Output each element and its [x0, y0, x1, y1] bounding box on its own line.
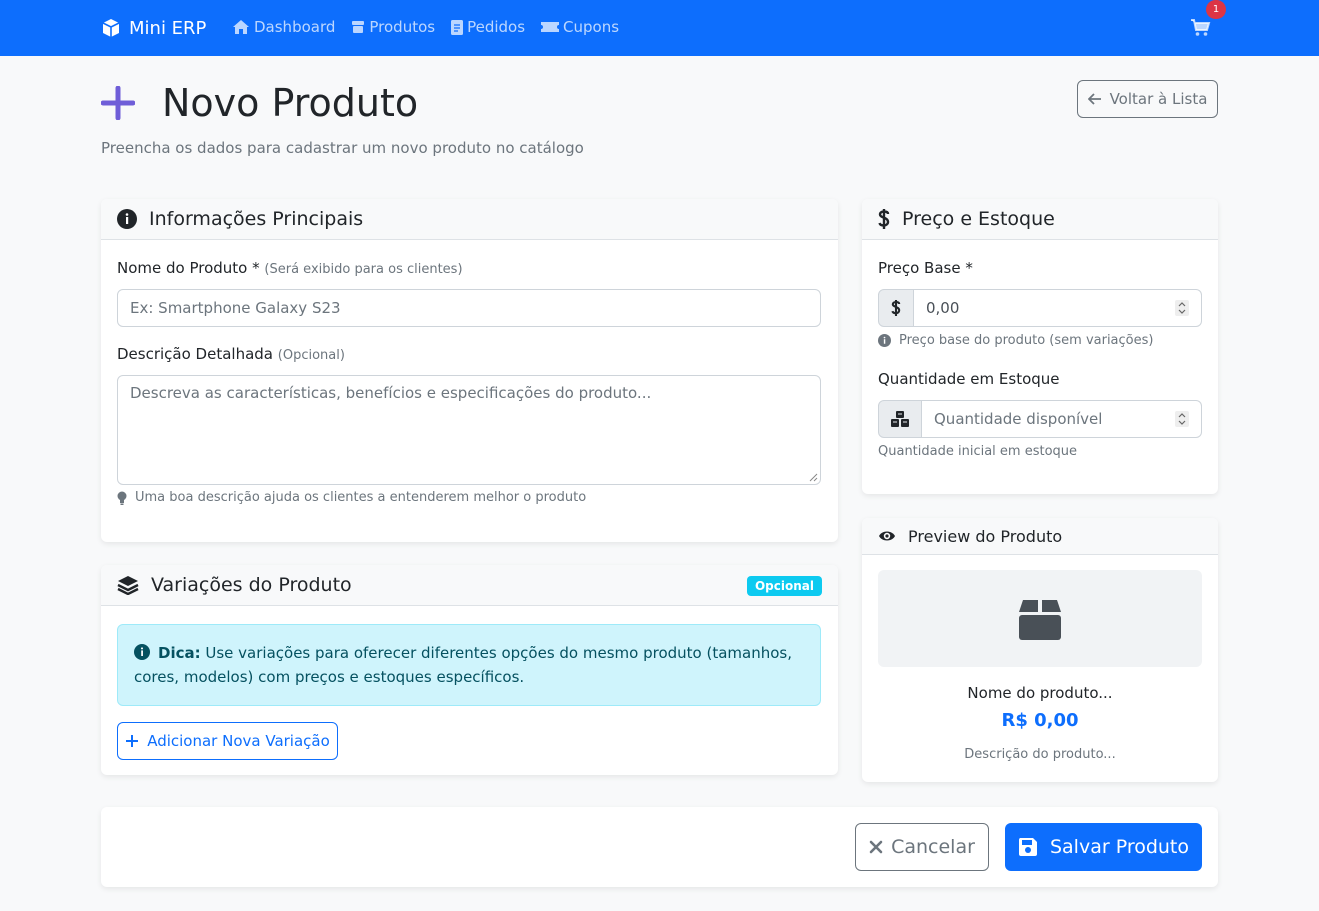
variations-header: Variações do Produto Opcional [101, 565, 838, 606]
description-hint: (Opcional) [277, 348, 345, 363]
page-subtitle: Preencha os dados para cadastrar um novo… [101, 139, 584, 157]
nav-dashboard-label: Dashboard [254, 18, 336, 36]
cancel-button[interactable]: Cancelar [855, 823, 989, 871]
plus-icon [126, 735, 139, 747]
box-icon [352, 21, 365, 33]
layers-icon [117, 576, 139, 595]
preview-card: Preview do Produto Nome do produto... R$… [862, 518, 1218, 782]
floppy-disk-icon [1018, 838, 1037, 856]
spinner-icon[interactable] [1175, 300, 1189, 316]
pricing-title: Preço e Estoque [902, 208, 1055, 230]
product-name-label: Nome do Produto * (Será exibido para os … [117, 259, 463, 277]
main-info-title: Informações Principais [149, 208, 364, 230]
price-label: Preço Base * [878, 259, 973, 277]
variations-card: Variações do Produto Opcional Dica: Use … [101, 565, 838, 775]
preview-product-description: Descrição do produto... [964, 747, 1116, 762]
product-name-input[interactable]: Ex: Smartphone Galaxy S23 [117, 289, 821, 327]
dollar-icon [891, 300, 901, 316]
preview-product-price: R$ 0,00 [1001, 710, 1079, 731]
description-help: Uma boa descrição ajuda os clientes a en… [117, 490, 586, 505]
add-variation-button[interactable]: Adicionar Nova Variação [117, 722, 338, 760]
price-help-text: Preço base do produto (sem variações) [899, 333, 1154, 348]
dollar-icon [878, 209, 890, 229]
nav-dashboard[interactable]: Dashboard [232, 18, 335, 36]
cart-icon[interactable] [1191, 19, 1211, 37]
preview-product-name: Nome do produto... [967, 684, 1113, 702]
page-title: Novo Produto [162, 81, 419, 125]
description-label-text: Descrição Detalhada [117, 345, 273, 363]
cubes-icon [891, 411, 909, 427]
price-addon [878, 289, 914, 327]
document-icon [451, 19, 464, 35]
brand-link[interactable]: Mini ERP [101, 16, 206, 40]
nav-produtos[interactable]: Produtos [351, 18, 435, 36]
back-button-label: Voltar à Lista [1109, 90, 1208, 108]
cart-count-badge: 1 [1206, 0, 1226, 19]
lightbulb-icon [117, 491, 127, 505]
cancel-button-label: Cancelar [891, 836, 975, 858]
quantity-help: Quantidade inicial em estoque [878, 444, 1078, 459]
back-to-list-button[interactable]: Voltar à Lista [1077, 80, 1218, 118]
cube-icon [102, 19, 120, 37]
pricing-header: Preço e Estoque [862, 199, 1218, 240]
resize-handle-icon[interactable] [809, 473, 818, 482]
info-circle-icon [878, 334, 891, 347]
quantity-placeholder: Quantidade disponível [934, 410, 1103, 428]
save-product-button[interactable]: Salvar Produto [1005, 823, 1202, 871]
optional-badge: Opcional [746, 576, 822, 596]
add-variation-label: Adicionar Nova Variação [147, 732, 330, 750]
plus-icon [101, 86, 135, 120]
nav-pedidos-label: Pedidos [467, 18, 526, 36]
main-info-header: Informações Principais [101, 199, 838, 240]
main-info-card: Informações Principais Nome do Produto *… [101, 199, 838, 542]
info-circle-icon [134, 644, 150, 660]
ticket-icon [541, 22, 560, 32]
quantity-input[interactable]: Quantidade disponível [922, 400, 1202, 438]
arrow-left-icon [1087, 93, 1101, 105]
pricing-card: Preço e Estoque Preço Base * 0,00 Preço … [862, 199, 1218, 494]
product-name-label-text: Nome do Produto * [117, 259, 260, 277]
price-help: Preço base do produto (sem variações) [878, 333, 1153, 348]
close-icon [869, 840, 883, 854]
preview-image-placeholder [878, 570, 1202, 667]
main-nav: Dashboard Produtos Pedidos Cupons [232, 18, 635, 36]
nav-cupons[interactable]: Cupons [541, 18, 619, 36]
price-input[interactable]: 0,00 [914, 289, 1202, 327]
description-textarea[interactable]: Descreva as características, benefícios … [117, 375, 821, 485]
description-help-text: Uma boa descrição ajuda os clientes a en… [135, 490, 587, 505]
tip-text: Use variações para oferecer diferentes o… [134, 644, 792, 686]
quantity-label: Quantidade em Estoque [878, 370, 1060, 388]
nav-produtos-label: Produtos [369, 18, 436, 36]
brand-label: Mini ERP [129, 17, 207, 39]
save-button-label: Salvar Produto [1049, 836, 1190, 858]
tip-bold: Dica: [158, 644, 201, 662]
description-placeholder: Descreva as características, benefícios … [130, 384, 652, 402]
home-icon [233, 20, 249, 34]
info-circle-icon [117, 209, 137, 229]
variations-title: Variações do Produto [151, 574, 352, 596]
preview-title: Preview do Produto [908, 526, 1063, 546]
nav-pedidos[interactable]: Pedidos [451, 18, 525, 36]
product-name-hint: (Será exibido para os clientes) [264, 262, 463, 277]
quantity-addon [878, 400, 922, 438]
preview-header: Preview do Produto [862, 518, 1218, 555]
box-icon [1019, 599, 1061, 640]
tip-alert: Dica: Use variações para oferecer difere… [117, 624, 821, 706]
navbar: Mini ERP Dashboard Produtos Pedidos Cupo… [0, 0, 1319, 56]
description-label: Descrição Detalhada (Opcional) [117, 345, 345, 363]
nav-cupons-label: Cupons [563, 18, 620, 36]
spinner-icon[interactable] [1175, 411, 1189, 427]
eye-icon [879, 531, 895, 541]
form-actions: Cancelar Salvar Produto [101, 807, 1218, 887]
price-value: 0,00 [926, 299, 960, 317]
